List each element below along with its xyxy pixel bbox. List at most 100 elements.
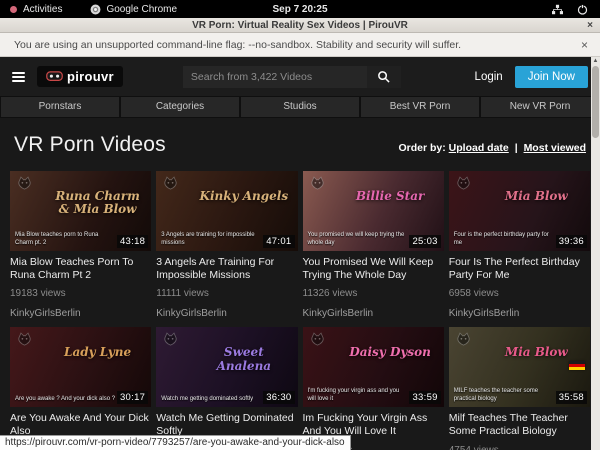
studio-watermark-cat-icon [16, 175, 33, 192]
german-flag-icon [569, 361, 585, 370]
video-card[interactable]: Runa Charm & Mia Blow Mia Blow teaches p… [10, 171, 151, 319]
login-link[interactable]: Login [475, 71, 503, 83]
page-viewport: pirouvr Login Join Now Pornstars Categor… [0, 57, 600, 450]
infobar-close-icon[interactable]: × [581, 38, 588, 52]
video-title[interactable]: Milf Teaches The Teacher Some Practical … [449, 412, 590, 438]
video-thumbnail[interactable]: Daisy Dyson I'm fucking your virgin ass … [303, 327, 444, 407]
network-icon[interactable] [552, 4, 563, 15]
video-views: 4754 views [449, 445, 590, 450]
video-studio-link[interactable]: KinkyGirlsBerlin [156, 308, 297, 319]
order-by-label: Order by: [398, 142, 445, 154]
order-most-viewed-link[interactable]: Most viewed [524, 142, 586, 154]
window-title: VR Porn: Virtual Reality Sex Videos | Pi… [192, 20, 408, 31]
thumbnail-model-name: Mia Blow [488, 346, 584, 359]
video-thumbnail[interactable]: Lady Lyne Are you awake ? And your dick … [10, 327, 151, 407]
nav-item-best-vr[interactable]: Best VR Porn [361, 97, 479, 117]
system-top-bar: Activities Google Chrome Sep 7 20:25 [0, 0, 600, 18]
site-header: pirouvr Login Join Now [0, 57, 600, 96]
video-views: 11111 views [156, 288, 297, 299]
studio-watermark-cat-icon [16, 331, 33, 348]
vr-goggles-icon [46, 71, 63, 82]
video-card[interactable]: Mia Blow Four is the perfect birthday pa… [449, 171, 590, 319]
studio-watermark-cat-icon [309, 175, 326, 192]
thumbnail-caption: You promised we will keep trying the who… [308, 231, 408, 247]
nav-item-studios[interactable]: Studios [241, 97, 359, 117]
video-thumbnail[interactable]: Mia Blow MILF teaches the teacher some p… [449, 327, 590, 407]
thumbnail-caption: I'm fucking your virgin ass and you will… [308, 387, 408, 403]
video-card[interactable]: Daisy Dyson I'm fucking your virgin ass … [303, 327, 444, 450]
scrollbar-thumb[interactable] [592, 66, 599, 138]
thumbnail-model-name: Daisy Dyson [342, 346, 438, 359]
video-card[interactable]: Kinky Angels 3 Angels are training for i… [156, 171, 297, 319]
thumbnail-model-name: Lady Lyne [50, 346, 146, 359]
video-title[interactable]: 3 Angels Are Training For Impossible Mis… [156, 256, 297, 282]
chrome-infobar: You are using an unsupported command-lin… [0, 33, 600, 57]
video-card[interactable]: Mia Blow MILF teaches the teacher some p… [449, 327, 590, 450]
video-duration-badge: 33:59 [409, 391, 440, 404]
order-by: Order by: Upload date | Most viewed [398, 142, 586, 157]
video-duration-badge: 30:17 [117, 391, 148, 404]
video-duration-badge: 35:58 [556, 391, 587, 404]
thumbnail-caption: Four is the perfect birthday party for m… [454, 231, 554, 247]
thumbnail-model-name: Kinky Angels [196, 190, 292, 203]
site-nav: Pornstars Categories Studios Best VR Por… [0, 96, 600, 118]
window-titlebar[interactable]: VR Porn: Virtual Reality Sex Videos | Pi… [0, 18, 600, 33]
studio-watermark-cat-icon [162, 175, 179, 192]
video-studio-link[interactable]: KinkyGirlsBerlin [449, 308, 590, 319]
thumbnail-model-name: Sweet Analena [196, 346, 292, 372]
tab-close-icon[interactable]: × [587, 18, 593, 33]
search-icon [377, 70, 390, 83]
video-thumbnail[interactable]: Mia Blow Four is the perfect birthday pa… [449, 171, 590, 251]
video-thumbnail[interactable]: Runa Charm & Mia Blow Mia Blow teaches p… [10, 171, 151, 251]
video-duration-badge: 25:03 [409, 235, 440, 248]
site-logo[interactable]: pirouvr [37, 66, 123, 87]
order-upload-date-link[interactable]: Upload date [449, 142, 509, 154]
studio-watermark-cat-icon [455, 331, 472, 348]
video-thumbnail[interactable]: Billie Star You promised we will keep tr… [303, 171, 444, 251]
video-title[interactable]: You Promised We Will Keep Trying The Who… [303, 256, 444, 282]
thumbnail-caption: Mia Blow teaches porn to Runa Charm pt. … [15, 231, 115, 247]
thumbnail-model-name: Billie Star [342, 190, 438, 203]
studio-watermark-cat-icon [455, 175, 472, 192]
nav-item-new-vr[interactable]: New VR Porn [481, 97, 599, 117]
video-thumbnail[interactable]: Kinky Angels 3 Angels are training for i… [156, 171, 297, 251]
thumbnail-caption: Are you awake ? And your dick also ? [15, 395, 115, 403]
video-studio-link[interactable]: KinkyGirlsBerlin [10, 308, 151, 319]
scrollbar-up-icon[interactable]: ▲ [591, 57, 600, 65]
studio-watermark-cat-icon [162, 331, 179, 348]
video-title[interactable]: Four Is The Perfect Birthday Party For M… [449, 256, 590, 282]
status-bar-url: https://pirouvr.com/vr-porn-video/779325… [0, 435, 351, 450]
nav-item-pornstars[interactable]: Pornstars [1, 97, 119, 117]
menu-hamburger-icon[interactable] [12, 72, 25, 82]
main-content: VR Porn Videos Order by: Upload date | M… [0, 118, 600, 450]
join-now-button[interactable]: Join Now [515, 66, 588, 88]
studio-watermark-cat-icon [309, 331, 326, 348]
video-card[interactable]: Lady Lyne Are you awake ? And your dick … [10, 327, 151, 450]
video-views: 11326 views [303, 288, 444, 299]
search-button[interactable] [367, 66, 401, 88]
video-studio-link[interactable]: KinkyGirlsBerlin [303, 308, 444, 319]
search-input[interactable] [183, 66, 367, 88]
thumbnail-model-name: Runa Charm & Mia Blow [50, 190, 146, 216]
video-thumbnail[interactable]: Sweet Analena Watch me getting dominated… [156, 327, 297, 407]
video-duration-badge: 47:01 [263, 235, 294, 248]
scrollbar[interactable]: ▲ [591, 57, 600, 450]
infobar-message: You are using an unsupported command-lin… [12, 39, 581, 51]
video-card[interactable]: Sweet Analena Watch me getting dominated… [156, 327, 297, 450]
search-bar [183, 66, 401, 88]
video-title[interactable]: Mia Blow Teaches Porn To Runa Charm Pt 2 [10, 256, 151, 282]
page-title: VR Porn Videos [14, 133, 166, 157]
site-logo-text: pirouvr [67, 69, 114, 84]
power-icon[interactable] [577, 4, 588, 15]
video-views: 19183 views [10, 288, 151, 299]
clock[interactable]: Sep 7 20:25 [0, 4, 600, 15]
thumbnail-model-name: Mia Blow [488, 190, 584, 203]
thumbnail-caption: 3 Angels are training for impossible mis… [161, 231, 261, 247]
video-card[interactable]: Billie Star You promised we will keep tr… [303, 171, 444, 319]
thumbnail-caption: MILF teaches the teacher some practical … [454, 387, 554, 403]
video-duration-badge: 39:36 [556, 235, 587, 248]
video-grid: Runa Charm & Mia Blow Mia Blow teaches p… [10, 171, 590, 450]
video-duration-badge: 43:18 [117, 235, 148, 248]
screen: Activities Google Chrome Sep 7 20:25 [0, 0, 600, 450]
nav-item-categories[interactable]: Categories [121, 97, 239, 117]
